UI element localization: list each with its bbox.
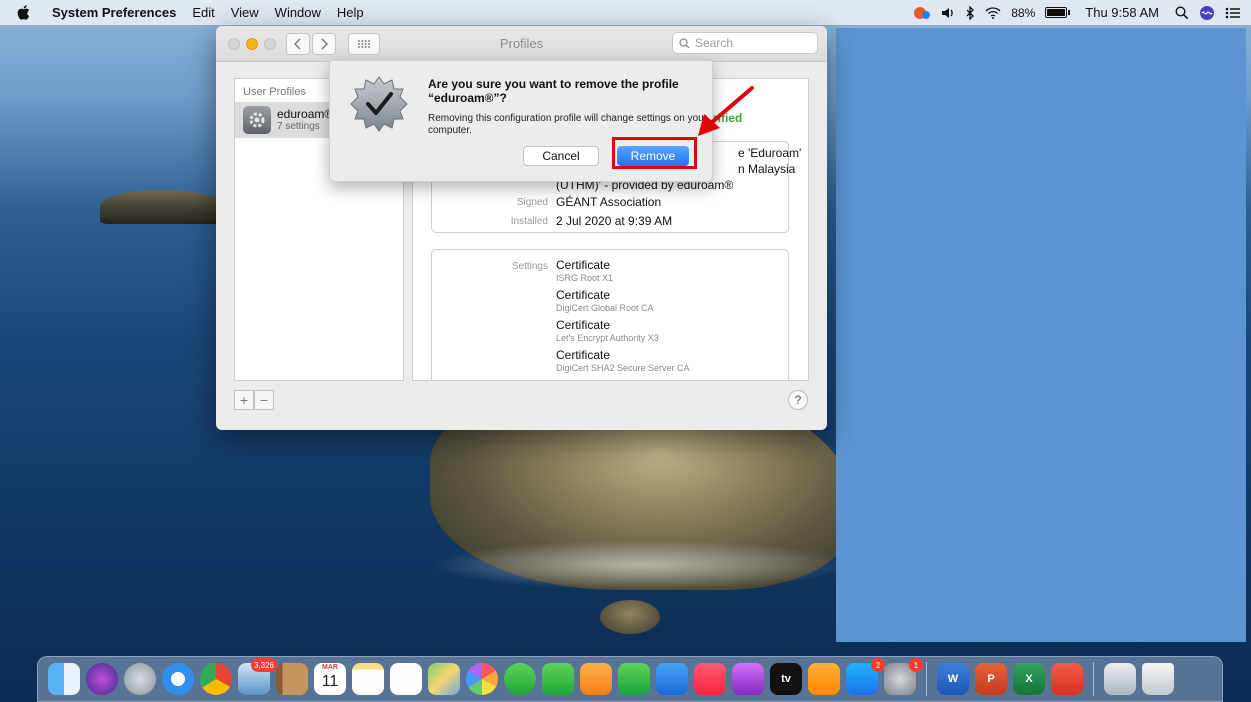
installed-label: Installed: [510, 216, 548, 227]
desktop-island-left: [100, 190, 230, 224]
plus-icon: +: [239, 392, 249, 408]
battery-percent: 88%: [1011, 5, 1036, 20]
dock-photo-app-icon[interactable]: 3,326: [238, 658, 277, 695]
photos-badge: 3,326: [250, 658, 277, 672]
spotlight-search-icon[interactable]: [1175, 5, 1189, 20]
menu-help[interactable]: Help: [337, 5, 364, 20]
dock-calendar-icon[interactable]: MAR 11: [314, 663, 346, 695]
excel-label: X: [1025, 673, 1033, 685]
dock-books-icon[interactable]: [808, 663, 840, 695]
certificate-subtitle: DigiCert SHA2 Secure Server CA: [556, 363, 690, 373]
certificate-subtitle: DigiCert Global Root CA: [556, 303, 654, 313]
installed-value: 2 Jul 2020 at 9:39 AM: [556, 214, 673, 228]
apple-menu-icon[interactable]: [12, 5, 34, 20]
menu-window[interactable]: Window: [275, 5, 321, 20]
dock-music-icon[interactable]: [694, 663, 726, 695]
word-label: W: [947, 673, 959, 685]
certificate-title: Certificate: [556, 318, 611, 332]
menu-bar: System Preferences Edit View Window Help…: [0, 0, 1251, 25]
dock-safari-icon[interactable]: [162, 663, 194, 695]
add-remove-controls: + −: [234, 390, 274, 410]
signed-label: Signed: [516, 197, 548, 208]
dock-pages-icon[interactable]: [580, 663, 612, 695]
help-button[interactable]: ?: [788, 390, 808, 410]
dock-tv-icon[interactable]: tv: [770, 663, 802, 695]
clock[interactable]: Thu 9:58 AM: [1085, 5, 1159, 20]
signed-value: GÉANT Association: [556, 195, 662, 209]
dock-excel-icon[interactable]: X: [1013, 663, 1045, 695]
menu-app-name[interactable]: System Preferences: [52, 5, 176, 20]
calendar-month: MAR: [322, 664, 338, 671]
dock-photos-icon[interactable]: [466, 663, 498, 695]
info-line-2: n Malaysia: [738, 162, 796, 176]
app-store-badge: 2: [871, 658, 885, 672]
battery-icon[interactable]: [1045, 7, 1071, 18]
settings-label: Settings: [511, 261, 548, 272]
dock-remote-desktop-icon[interactable]: [1051, 663, 1083, 695]
dock-system-preferences-icon[interactable]: 1: [884, 658, 923, 695]
certificate-title: Certificate: [556, 288, 611, 302]
red-arrow-icon: [698, 86, 754, 136]
dock-podcasts-icon[interactable]: [732, 663, 764, 695]
gear-icon: [243, 106, 271, 134]
dock-reminders-icon[interactable]: [390, 663, 422, 695]
dock-siri-icon[interactable]: [86, 663, 118, 695]
search-placeholder: Search: [695, 36, 734, 50]
alert-title: Are you sure you want to remove the prof…: [428, 77, 679, 105]
dock-contacts-icon[interactable]: [276, 663, 308, 695]
system-preferences-badge: 1: [909, 658, 923, 672]
search-field[interactable]: Search: [672, 32, 818, 54]
search-icon: [679, 37, 690, 48]
siri-icon[interactable]: [1199, 5, 1215, 21]
dock-launchpad-icon[interactable]: [124, 663, 156, 695]
certificate-subtitle: ISRG Root X1: [556, 273, 614, 283]
dock-chrome-icon[interactable]: [200, 663, 232, 695]
cancel-button[interactable]: Cancel: [523, 146, 599, 166]
dock-numbers-icon[interactable]: [618, 663, 650, 695]
dock-trash-icon[interactable]: [1142, 663, 1174, 695]
dock-notes-icon[interactable]: [352, 663, 384, 695]
powerpoint-label: P: [987, 673, 995, 685]
dock-maps-icon[interactable]: [428, 663, 460, 695]
certificate-subtitle: Let's Encrypt Authority X3: [556, 333, 659, 343]
redaction-block: [836, 28, 1246, 642]
alert-message: Removing this configuration profile will…: [428, 113, 708, 136]
notification-center-icon[interactable]: [1225, 7, 1241, 19]
certificate-title: Certificate: [556, 348, 611, 362]
status-app-icon[interactable]: [913, 6, 931, 20]
calendar-day: 11: [321, 673, 339, 690]
tv-label: tv: [781, 673, 791, 685]
dock-word-icon[interactable]: W: [937, 663, 969, 695]
profile-settings-count: 7 settings: [277, 120, 320, 132]
dock-separator: [926, 662, 927, 696]
menu-view[interactable]: View: [231, 5, 259, 20]
window-titlebar[interactable]: Profiles Search: [216, 26, 827, 62]
dock-messages-icon[interactable]: [504, 663, 536, 695]
profile-name: eduroam®: [277, 106, 334, 121]
dock-powerpoint-icon[interactable]: P: [975, 663, 1007, 695]
remove-button-highlight: [612, 137, 697, 169]
certificate-title: Certificate: [556, 258, 611, 272]
verified-badge-icon: [350, 75, 408, 133]
add-profile-button[interactable]: +: [234, 390, 254, 410]
dock-separator: [1093, 662, 1094, 696]
dock-keynote-icon[interactable]: [656, 663, 688, 695]
volume-icon[interactable]: [941, 7, 955, 19]
info-line-1: e 'Eduroam': [738, 146, 802, 160]
desktop-rock-small: [600, 600, 660, 634]
dock-screenshot-icon[interactable]: [1104, 663, 1136, 695]
minus-icon: −: [259, 392, 269, 408]
dock: 3,326 MAR 11 tv 2 1 W P X: [37, 656, 1223, 702]
dock-app-store-icon[interactable]: 2: [846, 658, 885, 695]
settings-box: Settings Certificate ISRG Root X1 Certif…: [431, 249, 789, 380]
desktop-surf: [430, 540, 850, 590]
menu-edit[interactable]: Edit: [192, 5, 214, 20]
remove-profile-button[interactable]: −: [254, 390, 274, 410]
bluetooth-icon[interactable]: [965, 5, 975, 20]
wifi-icon[interactable]: [985, 6, 1001, 19]
dock-facetime-icon[interactable]: [542, 663, 574, 695]
dock-finder-icon[interactable]: [48, 663, 80, 695]
